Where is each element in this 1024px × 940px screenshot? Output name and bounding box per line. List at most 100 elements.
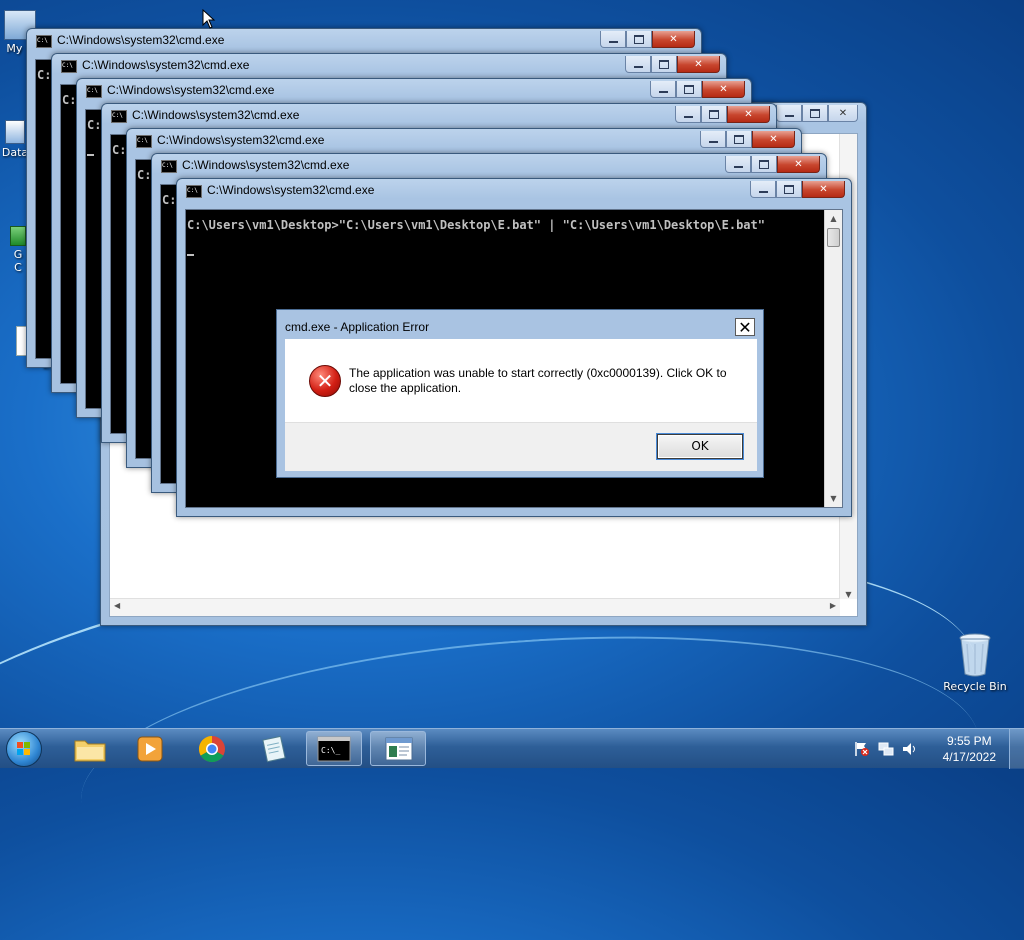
scroll-up-arrow[interactable]: ▲ — [825, 210, 842, 227]
minimize-icon — [658, 90, 668, 93]
window-title: C:\Windows\system32\cmd.exe — [207, 183, 375, 197]
text-cursor — [187, 254, 194, 256]
scroll-right-arrow[interactable]: ▶ — [830, 601, 836, 610]
taskbar-window-button[interactable] — [370, 731, 426, 766]
maximize-button[interactable] — [776, 181, 802, 198]
horizontal-scrollbar[interactable]: ◀ ▶ — [110, 598, 840, 616]
taskbar-notepad-button[interactable] — [246, 731, 302, 766]
window-controls: ✕ — [600, 31, 695, 48]
console-command-line: C:\Users\vm1\Desktop>"C:\Users\vm1\Deskt… — [187, 218, 765, 232]
console-icon: C:\ — [61, 60, 77, 73]
window-controls: ✕ — [625, 56, 720, 73]
console-icon: C:\ — [136, 135, 152, 148]
taskbar: C:\_ 9:55 PM 4/17/2022 — [0, 728, 1024, 769]
window-controls: ✕ — [750, 181, 845, 198]
app-icon — [10, 226, 26, 246]
scroll-thumb[interactable] — [827, 228, 840, 247]
show-desktop-button[interactable] — [1009, 729, 1024, 769]
taskbar-clock[interactable]: 9:55 PM 4/17/2022 — [943, 733, 996, 765]
close-button[interactable]: ✕ — [777, 156, 820, 173]
console-text: C: — [162, 193, 177, 207]
minimize-button[interactable] — [650, 81, 676, 98]
maximize-button[interactable] — [726, 131, 752, 148]
window-controls: ✕ — [725, 156, 820, 173]
console-icon: C:\ — [186, 185, 202, 198]
maximize-button[interactable] — [701, 106, 727, 123]
console-icon: C:\ — [111, 110, 127, 123]
action-center-flag-icon[interactable] — [854, 741, 870, 757]
maximize-button[interactable] — [676, 81, 702, 98]
desktop-icon-g[interactable]: G C — [8, 226, 28, 274]
error-icon: ✕ — [309, 365, 341, 397]
ok-button[interactable]: OK — [657, 434, 743, 459]
maximize-icon — [684, 84, 694, 94]
desktop-icon-recycle-bin[interactable]: Recycle Bin — [940, 632, 1010, 693]
console-text: C: — [87, 118, 102, 132]
close-button[interactable]: ✕ — [802, 181, 845, 198]
window-controls: ✕ — [650, 81, 745, 98]
desktop-icon-label: C — [14, 261, 22, 274]
network-icon[interactable] — [878, 741, 894, 757]
minimize-button[interactable] — [700, 131, 726, 148]
minimize-button[interactable] — [776, 105, 802, 122]
console-text: C: — [37, 68, 52, 82]
scroll-left-arrow[interactable]: ◀ — [114, 601, 120, 610]
start-button[interactable] — [6, 731, 42, 767]
media-player-icon — [137, 736, 163, 762]
window-app-icon — [385, 737, 413, 761]
window-title: C:\Windows\system32\cmd.exe — [107, 83, 275, 97]
console-icon: C:\ — [161, 160, 177, 173]
window-controls: ✕ — [675, 106, 770, 123]
window-title: C:\Windows\system32\cmd.exe — [57, 33, 225, 47]
minimize-icon — [708, 140, 718, 143]
close-button[interactable]: ✕ — [727, 106, 770, 123]
chrome-icon — [198, 735, 225, 763]
volume-icon[interactable] — [902, 741, 918, 757]
mouse-pointer-icon — [202, 9, 216, 29]
maximize-icon — [784, 184, 794, 194]
dialog-footer: OK — [285, 422, 757, 471]
maximize-button[interactable] — [802, 105, 828, 122]
application-error-dialog[interactable]: cmd.exe - Application Error ✕ ✕ The appl… — [276, 309, 764, 478]
maximize-icon — [659, 59, 669, 69]
desktop-icon-label: G — [13, 248, 23, 261]
minimize-button[interactable] — [625, 56, 651, 73]
error-message: The application was unable to start corr… — [349, 366, 727, 395]
close-button[interactable]: ✕ — [677, 56, 720, 73]
taskbar-media-player-button[interactable] — [122, 731, 178, 766]
window-title: C:\Windows\system32\cmd.exe — [157, 133, 325, 147]
minimize-icon — [633, 65, 643, 68]
console-text: C: — [112, 143, 127, 157]
minimize-icon — [733, 165, 743, 168]
close-button[interactable]: ✕ — [828, 105, 858, 122]
windows-logo-icon — [17, 742, 31, 756]
minimize-button[interactable] — [600, 31, 626, 48]
taskbar-cmd-button[interactable]: C:\_ — [306, 731, 362, 766]
close-button[interactable]: ✕ — [702, 81, 745, 98]
minimize-icon — [683, 115, 693, 118]
minimize-button[interactable] — [725, 156, 751, 173]
maximize-icon — [634, 34, 644, 44]
close-button[interactable]: ✕ — [752, 131, 795, 148]
desktop-icon-label: Recycle Bin — [943, 680, 1007, 693]
maximize-icon — [734, 134, 744, 144]
dialog-close-button[interactable]: ✕ — [735, 318, 755, 336]
vertical-scrollbar[interactable]: ▲ ▼ — [824, 210, 842, 507]
minimize-icon — [784, 114, 794, 117]
minimize-button[interactable] — [750, 181, 776, 198]
maximize-icon — [810, 108, 820, 118]
system-tray: 9:55 PM 4/17/2022 — [854, 729, 1024, 769]
console-text: C: — [62, 93, 77, 107]
minimize-button[interactable] — [675, 106, 701, 123]
dialog-body: ✕ The application was unable to start co… — [285, 339, 757, 471]
maximize-button[interactable] — [651, 56, 677, 73]
desktop-icon-label: Data — [1, 146, 29, 159]
taskbar-chrome-button[interactable] — [184, 731, 240, 766]
clock-date: 4/17/2022 — [942, 750, 996, 764]
close-button[interactable]: ✕ — [652, 31, 695, 48]
taskbar-explorer-button[interactable] — [62, 731, 118, 766]
scroll-down-arrow[interactable]: ▼ — [825, 490, 842, 507]
scroll-down-arrow[interactable]: ▼ — [840, 590, 857, 599]
maximize-button[interactable] — [626, 31, 652, 48]
maximize-button[interactable] — [751, 156, 777, 173]
